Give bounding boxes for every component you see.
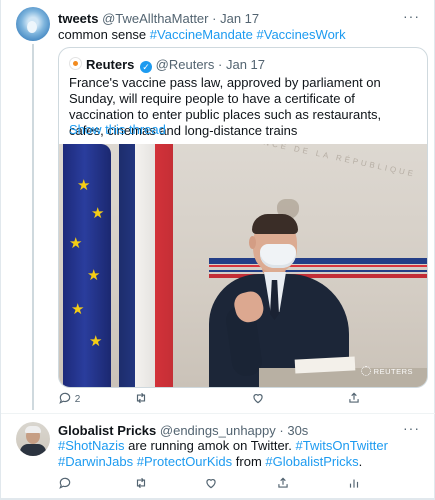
bottom-border [1, 498, 435, 499]
thread-connector-line [32, 44, 34, 410]
tweet2-handle[interactable]: @endings_unhappy [160, 423, 276, 438]
hashtag-globalist-pricks[interactable]: #GlobalistPricks [265, 454, 358, 469]
tweet1-actions: 2 [58, 391, 378, 407]
tweet1-display-name[interactable]: tweets [58, 11, 98, 26]
timeline: tweets @TweAllthaMatter · Jan 17 ··· com… [0, 0, 435, 500]
hashtag-protect-our-kids[interactable]: #ProtectOurKids [137, 454, 232, 469]
retweet-icon [136, 477, 146, 489]
tweet1-header: tweets @TweAllthaMatter · Jan 17 [58, 11, 259, 26]
tweet2-header: Globalist Pricks @endings_unhappy · 30s [58, 423, 308, 438]
like-button[interactable] [204, 476, 218, 492]
tweet1-separator: · [212, 11, 217, 26]
quote-display-name[interactable]: Reuters [86, 57, 134, 72]
reply-count: 2 [74, 394, 81, 405]
hashtag-vaccine-mandate[interactable]: #VaccineMandate [150, 27, 253, 42]
share-icon [278, 477, 288, 488]
tweet2-text-segment: from [232, 454, 266, 469]
analytics-button[interactable] [347, 476, 361, 492]
reuters-watermark: REUTERS [360, 366, 413, 376]
quote-photo[interactable]: DENCE DE LA RÉPUBLIQUE ★ ★ ★ ★ ★ ★ [59, 144, 427, 387]
reply-icon [59, 477, 71, 489]
quoted-tweet-card[interactable]: Reuters ✓ @Reuters · Jan 17 France's vac… [58, 47, 428, 388]
quote-time[interactable]: Jan 17 [226, 57, 265, 72]
quote-handle[interactable]: @Reuters [156, 57, 215, 72]
tweet2-actions [58, 476, 428, 492]
eu-flag: ★ ★ ★ ★ ★ ★ [63, 144, 111, 387]
verified-badge-icon: ✓ [140, 61, 153, 73]
tweet2-more-icon[interactable]: ··· [403, 420, 420, 436]
reuters-avatar[interactable] [69, 57, 82, 70]
watermark-text: REUTERS [373, 367, 413, 376]
tweet1-time[interactable]: Jan 17 [220, 11, 259, 26]
tweet2-text-segment: . [358, 454, 363, 469]
like-button[interactable] [251, 391, 265, 407]
hashtag-darwin-jabs[interactable]: #DarwinJabs [58, 454, 133, 469]
reply-button[interactable]: 2 [58, 391, 80, 407]
retweet-button[interactable] [134, 476, 148, 492]
analytics-icon [349, 479, 359, 488]
retweet-button[interactable] [134, 391, 148, 407]
share-button[interactable] [347, 391, 361, 407]
retweet-icon [136, 392, 146, 404]
reuters-logo-icon [360, 366, 371, 376]
like-icon [253, 394, 263, 404]
show-thread-link[interactable]: Show this thread [69, 122, 166, 137]
face-mask [260, 244, 296, 268]
share-button[interactable] [276, 476, 290, 492]
tweet2-time[interactable]: 30s [287, 423, 308, 438]
like-icon [206, 479, 216, 489]
reply-button[interactable] [58, 476, 72, 492]
hashtag-vaccines-work[interactable]: #VaccinesWork [257, 27, 346, 42]
tweet1-handle[interactable]: @TweAllthaMatter [102, 11, 208, 26]
hashtag-shot-nazis[interactable]: #ShotNazis [58, 438, 124, 453]
tweet2-separator: · [279, 423, 284, 438]
tweet2-text: #ShotNazis are running amok on Twitter. … [58, 438, 428, 470]
reply-icon [59, 392, 71, 404]
tweet1-text: common sense #VaccineMandate #VaccinesWo… [58, 27, 346, 42]
avatar-globalist-pricks[interactable] [16, 422, 50, 456]
tweet-divider [1, 413, 435, 414]
tweet2-display-name[interactable]: Globalist Pricks [58, 423, 156, 438]
avatar-tweets[interactable] [16, 7, 50, 41]
tweet1-text-prefix: common sense [58, 27, 147, 42]
tweet1-more-icon[interactable]: ··· [403, 8, 420, 24]
quote-separator: · [218, 57, 223, 72]
share-icon [349, 392, 359, 403]
quote-header: Reuters ✓ @Reuters · Jan 17 [86, 57, 265, 73]
tweet2-text-segment: are running amok on Twitter. [124, 438, 296, 453]
hashtag-twits-on-twitter[interactable]: #TwitsOnTwitter [296, 438, 388, 453]
